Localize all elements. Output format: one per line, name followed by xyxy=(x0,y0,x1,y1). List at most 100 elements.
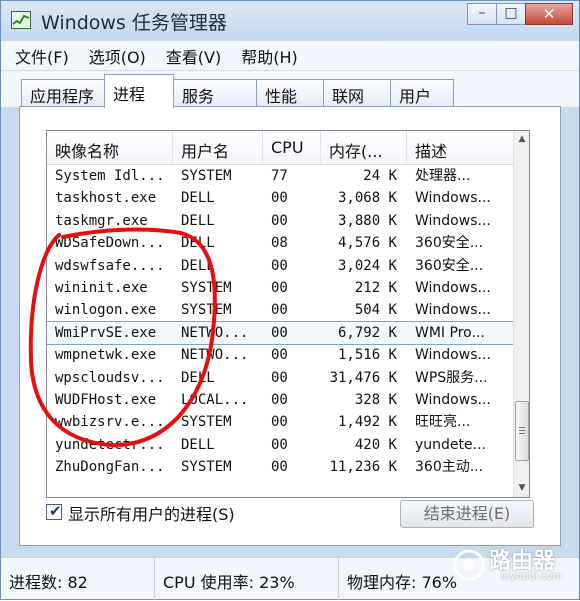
scroll-up-icon[interactable]: ▲ xyxy=(515,131,529,147)
table-row[interactable]: ZhuDongFan... SYSTEM 00 11,236 K 360主动... xyxy=(47,456,517,478)
show-all-users-label[interactable]: 显示所有用户的进程(S) xyxy=(68,501,235,525)
process-cpu: 00 xyxy=(271,414,288,431)
process-image-name: wpscloudsv... xyxy=(55,369,165,386)
table-row[interactable]: wpscloudsv... DELL 00 31,476 K WPS服务... xyxy=(47,367,517,389)
process-user-name: SYSTEM xyxy=(181,280,232,296)
minimize-button[interactable]: – xyxy=(467,3,497,25)
end-process-button[interactable]: 结束进程(E) xyxy=(400,500,534,528)
table-row[interactable]: WmiPrvSE.exe NETWO... 00 6,792 K WMI Pro... xyxy=(47,320,518,345)
title-bar[interactable]: Windows 任务管理器 – □ ✕ xyxy=(1,1,579,39)
process-image-name: taskmgr.exe xyxy=(55,212,148,229)
process-description: WMI Pro... xyxy=(415,324,485,341)
table-row[interactable]: yundetectr... DELL 00 420 K yundete... xyxy=(47,434,517,456)
close-button[interactable]: ✕ xyxy=(525,3,573,25)
table-row[interactable]: winlogon.exe SYSTEM 00 504 K Windows... xyxy=(47,299,517,321)
tab-services[interactable]: 服务 xyxy=(173,79,257,107)
process-memory: 212 K xyxy=(354,280,397,296)
menu-options[interactable]: 选项(O) xyxy=(89,44,146,68)
column-user-name[interactable]: 用户名 xyxy=(173,131,263,165)
task-manager-app-icon xyxy=(11,11,31,29)
process-cpu: 00 xyxy=(271,302,288,319)
process-memory: 1,492 K xyxy=(337,414,397,431)
process-memory: 24 K xyxy=(363,168,397,184)
menu-view[interactable]: 查看(V) xyxy=(166,44,221,68)
tab-performance[interactable]: 性能 xyxy=(256,79,324,107)
column-memory[interactable]: 内存(... xyxy=(321,131,407,165)
process-description: Windows... xyxy=(415,347,491,364)
process-description: Windows... xyxy=(415,190,491,207)
process-memory: 328 K xyxy=(354,392,397,408)
tab-networking[interactable]: 联网 xyxy=(323,79,391,107)
process-description: Windows... xyxy=(415,280,491,296)
vertical-scrollbar[interactable]: ▲ ▼ xyxy=(513,131,529,497)
process-description: WPS服务... xyxy=(415,369,488,386)
grip-line xyxy=(519,427,525,428)
process-image-name: winlogon.exe xyxy=(55,302,157,319)
process-user-name: NETWO... xyxy=(181,347,249,364)
process-image-name: ZhuDongFan... xyxy=(55,459,165,476)
process-cpu: 00 xyxy=(271,369,288,386)
tab-applications[interactable]: 应用程序 xyxy=(21,79,105,107)
process-description: 360主动... xyxy=(415,459,484,476)
status-cpu-usage: CPU 使用率: 23% xyxy=(155,558,339,600)
table-row[interactable]: WDSafeDown... DELL 08 4,576 K 360安全... xyxy=(47,232,517,254)
table-row[interactable]: taskhost.exe DELL 00 3,068 K Windows... xyxy=(47,187,517,209)
processes-panel: 映像名称 用户名 CPU 内存(... 描述 System Idl... SYST… xyxy=(19,106,561,546)
process-user-name: SYSTEM xyxy=(181,302,232,319)
menu-bar: 文件(F) 选项(O) 查看(V) 帮助(H) xyxy=(1,41,579,71)
tab-processes[interactable]: 进程 xyxy=(104,74,174,108)
process-cpu: 00 xyxy=(271,257,288,274)
show-all-users-checkbox[interactable]: ✔ xyxy=(46,502,62,520)
table-row[interactable]: WUDFHost.exe LOCAL... 00 328 K Windows... xyxy=(47,389,517,411)
column-image-name[interactable]: 映像名称 xyxy=(47,131,173,165)
process-user-name: NETWO... xyxy=(181,324,249,341)
process-user-name: DELL xyxy=(181,369,215,386)
scrollbar-thumb[interactable] xyxy=(515,401,529,461)
process-cpu: 00 xyxy=(271,280,288,296)
process-memory: 3,024 K xyxy=(337,257,397,274)
process-cpu: 77 xyxy=(271,168,288,184)
process-image-name: wmpnetwk.exe xyxy=(55,347,157,364)
process-memory: 4,576 K xyxy=(337,235,397,252)
maximize-icon: □ xyxy=(504,5,518,21)
column-cpu[interactable]: CPU xyxy=(263,131,321,165)
process-description: 处理器... xyxy=(415,168,471,184)
process-user-name: DELL xyxy=(181,235,215,252)
maximize-button[interactable]: □ xyxy=(496,3,526,25)
table-row[interactable]: wdswfsafe.... DELL 00 3,024 K 360安全... xyxy=(47,255,517,277)
menu-file[interactable]: 文件(F) xyxy=(15,44,69,68)
tab-users[interactable]: 用户 xyxy=(390,79,454,107)
table-row[interactable]: wininit.exe SYSTEM 00 212 K Windows... xyxy=(47,277,517,299)
process-user-name: LOCAL... xyxy=(181,392,249,408)
process-list[interactable]: 映像名称 用户名 CPU 内存(... 描述 System Idl... SYST… xyxy=(46,130,530,498)
process-memory: 504 K xyxy=(354,302,397,319)
process-cpu: 00 xyxy=(271,459,288,476)
process-user-name: DELL xyxy=(181,436,215,453)
table-row[interactable]: wwbizsrv.e... SYSTEM 00 1,492 K 旺旺亮... xyxy=(47,411,517,433)
process-cpu: 00 xyxy=(271,190,288,207)
watermark: 路由器 luyouqi.com xyxy=(449,541,579,591)
column-description[interactable]: 描述 xyxy=(407,131,517,165)
process-image-name: WUDFHost.exe xyxy=(55,392,157,408)
process-user-name: DELL xyxy=(181,257,215,274)
process-cpu: 00 xyxy=(271,436,288,453)
scroll-down-icon[interactable]: ▼ xyxy=(515,480,529,496)
process-user-name: SYSTEM xyxy=(181,459,232,476)
process-image-name: wininit.exe xyxy=(55,280,148,296)
process-description: Windows... xyxy=(415,212,491,229)
process-user-name: SYSTEM xyxy=(181,168,232,184)
status-process-count: 进程数: 82 xyxy=(1,558,155,600)
table-row[interactable]: taskmgr.exe DELL 00 3,880 K Windows... xyxy=(47,210,517,232)
process-memory: 3,880 K xyxy=(337,212,397,229)
process-cpu: 00 xyxy=(271,324,288,341)
table-row[interactable]: wmpnetwk.exe NETWO... 00 1,516 K Windows... xyxy=(47,344,517,366)
process-memory: 6,792 K xyxy=(337,324,397,341)
table-row[interactable]: System Idl... SYSTEM 77 24 K 处理器... xyxy=(47,165,517,187)
watermark-url: luyouqi.com xyxy=(501,571,563,582)
menu-help[interactable]: 帮助(H) xyxy=(241,44,298,68)
checkmark-icon: ✔ xyxy=(49,502,62,520)
process-memory: 420 K xyxy=(354,436,397,453)
window-title: Windows 任务管理器 xyxy=(41,12,227,34)
process-image-name: System Idl... xyxy=(55,168,165,184)
process-memory: 11,236 K xyxy=(329,459,397,476)
